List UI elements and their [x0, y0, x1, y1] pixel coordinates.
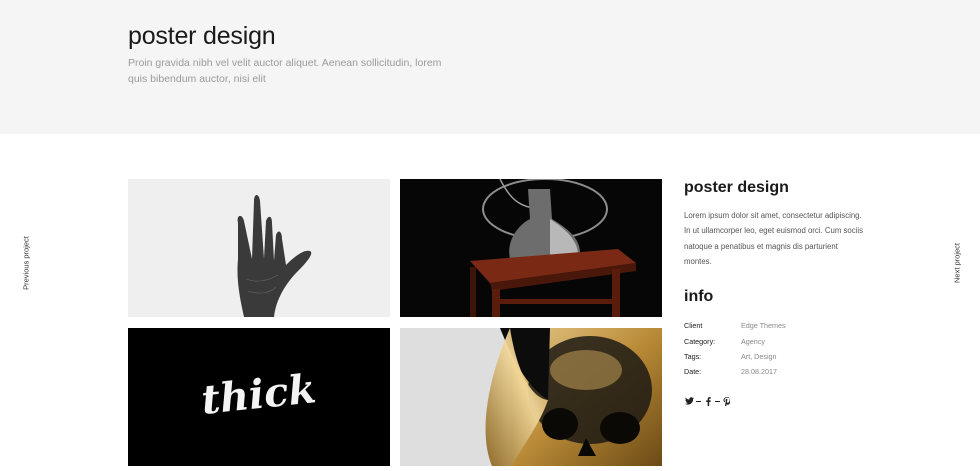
social-share — [684, 396, 732, 406]
project-description: Lorem ipsum dolor sit amet, consectetur … — [684, 211, 863, 266]
info-title: info — [684, 288, 714, 305]
separator — [715, 400, 720, 402]
thick-lettering-illustration: thick — [128, 328, 390, 466]
page-header: poster design Proin gravida nibh vel vel… — [0, 0, 980, 134]
separator — [696, 400, 701, 402]
info-value[interactable]: Agency — [741, 337, 765, 346]
info-label: Client — [684, 321, 703, 330]
info-value: 28.08.2017 — [741, 367, 777, 376]
fan-on-stool-illustration — [400, 179, 662, 317]
twitter-icon[interactable] — [684, 396, 694, 406]
project-title: poster design — [684, 179, 789, 196]
info-label: Date: — [684, 367, 702, 376]
pinterest-icon[interactable] — [722, 396, 732, 406]
info-value: Edge Themes — [741, 321, 786, 330]
previous-project-link[interactable]: Previous project — [22, 236, 31, 290]
hand-illustration — [128, 179, 390, 317]
info-label: Category: — [684, 337, 716, 346]
next-project-link[interactable]: Next project — [953, 243, 962, 283]
gallery-image-hand[interactable] — [128, 179, 390, 317]
gallery-image-skull[interactable] — [400, 328, 662, 466]
gallery-image-thick[interactable]: thick — [128, 328, 390, 466]
page-subtitle: Proin gravida nibh vel velit auctor aliq… — [128, 57, 442, 85]
gallery-image-fan[interactable] — [400, 179, 662, 317]
facebook-icon[interactable] — [703, 396, 713, 406]
info-value[interactable]: Art, Design — [741, 352, 777, 361]
skull-poster-illustration — [400, 328, 662, 466]
page-title: poster design — [128, 22, 276, 50]
info-label: Tags: — [684, 352, 702, 361]
